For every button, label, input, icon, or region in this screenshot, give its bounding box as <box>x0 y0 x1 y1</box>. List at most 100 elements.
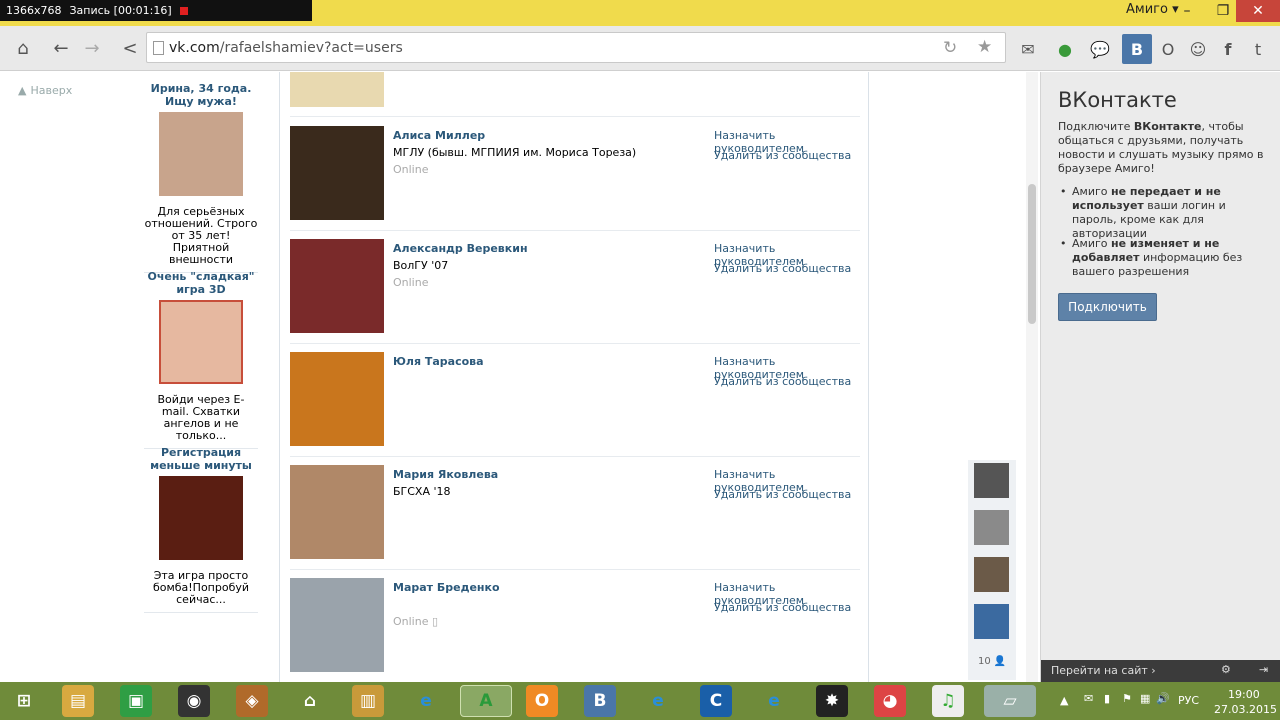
clock-date[interactable]: 27.03.2015 <box>1214 703 1277 716</box>
flag-icon[interactable]: ⚑ <box>1122 692 1132 705</box>
back-icon[interactable]: ← <box>47 34 75 62</box>
facebook-icon[interactable]: f <box>1213 34 1243 64</box>
friend-avatar[interactable] <box>974 557 1009 592</box>
amigo-browser-icon[interactable]: A <box>460 685 512 717</box>
chrome-icon[interactable]: ◕ <box>874 685 906 717</box>
store-icon[interactable]: ▣ <box>120 685 152 717</box>
ad-block[interactable]: Регистрация меньше минуты Эта игра прост… <box>144 446 258 613</box>
clock-time[interactable]: 19:00 <box>1228 688 1260 701</box>
odnoklassniki-icon[interactable]: О <box>1153 34 1183 64</box>
member-info: БГСХА '18 <box>393 485 451 498</box>
odnoklassniki-icon[interactable]: О <box>526 685 558 717</box>
forward-icon[interactable]: → <box>78 34 106 62</box>
user-icon: 👤 <box>993 656 1007 667</box>
file-explorer-icon[interactable]: ▤ <box>62 685 94 717</box>
remove-member-link[interactable]: Удалить из сообщества <box>714 488 851 501</box>
friend-avatar[interactable] <box>974 510 1009 545</box>
member-name[interactable]: Мария Яковлева <box>393 468 498 481</box>
ccleaner-icon[interactable]: C <box>700 685 732 717</box>
power-icon[interactable]: ▮ <box>1104 692 1110 705</box>
maximize-button[interactable]: ❐ <box>1206 0 1240 22</box>
divider <box>144 612 258 613</box>
record-icon[interactable] <box>179 6 188 15</box>
media-player-icon[interactable]: ◉ <box>178 685 210 717</box>
member-row: Александр Веревкин ВолГУ '07 Online Назн… <box>290 231 860 344</box>
member-name[interactable]: Алиса Миллер <box>393 129 485 142</box>
sidebar-title: ВКонтакте <box>1058 88 1177 112</box>
member-name[interactable]: Александр Веревкин <box>393 242 528 255</box>
remove-member-link[interactable]: Удалить из сообщества <box>714 375 851 388</box>
vk-icon[interactable]: В <box>1122 34 1152 64</box>
system-tray: ▲ ✉ ▮ ⚑ ▦ 🔊 РУС 19:00 27.03.2015 <box>1056 682 1280 720</box>
amigo-sidebar: ВКонтакте Подключите ВКонтакте, чтобы об… <box>1040 72 1280 682</box>
ad-image[interactable] <box>159 112 243 196</box>
bookmark-star-icon[interactable]: ★ <box>977 37 992 57</box>
member-photo[interactable] <box>290 126 384 220</box>
member-status: Online <box>393 163 429 176</box>
mail-icon[interactable]: ✉ <box>1013 34 1043 64</box>
windows-start-icon[interactable]: ⊞ <box>8 685 40 717</box>
internet-explorer-icon[interactable]: e <box>642 685 674 717</box>
twitter-icon[interactable]: t <box>1243 34 1273 64</box>
windows-taskbar: ⊞ ▤ ▣ ◉ ◈ ⌂ ▥ e A О В e C e ✸ ◕ ♫ ▱ ▲ ✉ … <box>0 682 1280 720</box>
ad-title[interactable]: Очень "сладкая" игра 3D <box>144 270 258 296</box>
internet-explorer-icon[interactable]: e <box>758 685 790 717</box>
remove-member-link[interactable]: Удалить из сообщества <box>714 601 851 614</box>
network-icon[interactable]: ▦ <box>1140 692 1150 705</box>
ad-title[interactable]: Регистрация меньше минуты <box>144 446 258 472</box>
ad-title[interactable]: Ирина, 34 года. Ищу мужа! <box>144 82 258 108</box>
exit-icon[interactable]: ⇥ <box>1259 663 1268 676</box>
connect-button[interactable]: Подключить <box>1058 293 1157 321</box>
internet-explorer-icon[interactable]: e <box>410 685 442 717</box>
language-indicator[interactable]: РУС <box>1178 694 1199 707</box>
member-name[interactable]: Юля Тарасова <box>393 355 484 368</box>
reload-icon[interactable]: ↻ <box>943 38 957 58</box>
sidebar-footer: Перейти на сайт › ⚙ ⇥ <box>1041 660 1280 682</box>
ad-text: Для серьёзных отношений. Строго от 35 ле… <box>144 205 258 266</box>
app-icon[interactable]: ✸ <box>816 685 848 717</box>
recorder-resolution: 1366x768 <box>6 4 62 17</box>
tray-app-icon[interactable]: ✉ <box>1084 692 1093 705</box>
friend-avatar[interactable] <box>974 604 1009 639</box>
remove-member-link[interactable]: Удалить из сообщества <box>714 149 851 162</box>
app-icon[interactable]: ◈ <box>236 685 268 717</box>
address-bar[interactable]: vk.com/rafaelshamiev?act=users ↻ ★ <box>146 32 1006 63</box>
window-icon[interactable]: ▱ <box>984 685 1036 717</box>
chat-icon[interactable]: 💬 <box>1085 34 1115 64</box>
url-host: vk.com <box>169 40 220 56</box>
friend-avatar[interactable] <box>974 463 1009 498</box>
volume-icon[interactable]: 🔊 <box>1156 692 1170 705</box>
member-photo[interactable] <box>290 72 384 107</box>
page-scrollbar[interactable] <box>1026 72 1038 682</box>
download-icon[interactable]: ● <box>1050 34 1080 64</box>
moi-mir-icon[interactable]: ☺ <box>1183 34 1213 64</box>
member-photo[interactable] <box>290 352 384 446</box>
member-photo[interactable] <box>290 465 384 559</box>
friends-count[interactable]: 10 👤 <box>978 656 1006 667</box>
settings-gear-icon[interactable]: ⚙ <box>1221 663 1231 676</box>
tray-expand-icon[interactable]: ▲ <box>1060 694 1068 707</box>
home-icon[interactable]: ⌂ <box>9 34 37 62</box>
ad-image[interactable] <box>159 300 243 384</box>
ad-image[interactable] <box>159 476 243 560</box>
close-button[interactable]: ✕ <box>1236 0 1280 22</box>
share-icon[interactable]: < <box>116 34 144 62</box>
home-icon[interactable]: ⌂ <box>294 685 326 717</box>
minimize-button[interactable]: – <box>1170 0 1204 22</box>
member-photo[interactable] <box>290 578 384 672</box>
back-to-top-link[interactable]: ▲ Наверх <box>18 84 72 97</box>
up-arrow-icon: ▲ <box>18 84 27 97</box>
member-photo[interactable] <box>290 239 384 333</box>
remove-member-link[interactable]: Удалить из сообщества <box>714 262 851 275</box>
member-row: Марат Бреденко Online ▯ Назначить руково… <box>290 570 860 682</box>
member-info: ВолГУ '07 <box>393 259 449 272</box>
go-to-site-link[interactable]: Перейти на сайт › <box>1051 664 1156 677</box>
ad-block[interactable]: Очень "сладкая" игра 3D Войди через E-ma… <box>144 270 258 449</box>
notes-icon[interactable]: ▥ <box>352 685 384 717</box>
ad-block[interactable]: Ирина, 34 года. Ищу мужа! Для серьёзных … <box>144 82 258 273</box>
member-status: Online <box>393 276 429 289</box>
vk-icon[interactable]: В <box>584 685 616 717</box>
ad-text: Войди через E-mail. Схватки ангелов и не… <box>157 393 245 442</box>
member-name[interactable]: Марат Бреденко <box>393 581 500 594</box>
music-icon[interactable]: ♫ <box>932 685 964 717</box>
